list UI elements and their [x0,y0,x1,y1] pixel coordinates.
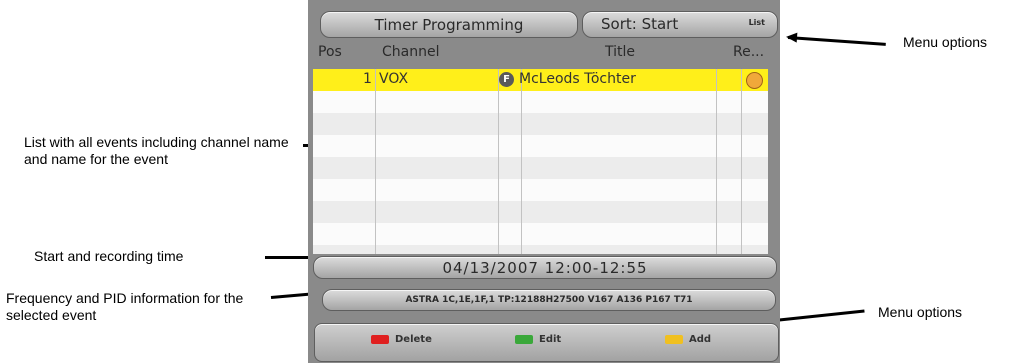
yellow-key-icon [665,335,683,344]
sort-label: Sort: Start [601,15,679,33]
delete-button[interactable]: Delete [371,334,432,345]
col-header-title: Title [605,44,636,60]
list-item[interactable] [313,113,768,135]
timer-list: Pos Channel Title Re... 1 VOX F McLeods … [313,44,768,254]
red-key-icon [371,335,389,344]
edit-button[interactable]: Edit [515,334,561,345]
list-item[interactable] [313,201,768,223]
annotation-menu-options-top: Menu options [903,34,988,50]
add-label: Add [689,334,712,345]
list-item[interactable] [313,135,768,157]
page-title: Timer Programming [374,15,524,34]
arrow-left-icon [787,36,886,46]
record-icon [746,72,763,89]
menu-bar: Delete Edit Add [314,323,779,362]
title-bar: Timer Programming [320,11,578,38]
list-item[interactable] [313,223,768,245]
annotation-menu-options-bottom: Menu options [878,304,963,320]
timer-rows: 1 VOX F McLeods Töchter [313,69,768,254]
col-header-recording: Re... [733,44,765,60]
frequency-bar: ASTRA 1C,1E,1F,1 TP:12188H27500 V167 A13… [322,289,776,311]
annotation-list-events: List with all events including channel n… [24,134,289,167]
edit-label: Edit [539,334,562,345]
row-title: McLeods Töchter [519,71,636,87]
list-item[interactable] [313,91,768,113]
table-row[interactable]: 1 VOX F McLeods Töchter [313,69,768,91]
row-pos: 1 [363,71,372,87]
timer-programming-panel: Timer Programming Sort: Start List Pos C… [308,0,780,363]
delete-label: Delete [395,334,432,345]
frequency-text: ASTRA 1C,1E,1F,1 TP:12188H27500 V167 A13… [405,295,693,305]
annotation-start-recording: Start and recording time [34,248,184,264]
list-item[interactable] [313,157,768,179]
datetime-bar: 04/13/2007 12:00-12:55 [313,256,777,279]
sort-button[interactable]: Sort: Start List [582,11,778,38]
list-item[interactable] [313,179,768,201]
green-key-icon [515,335,533,344]
f-icon: F [499,72,514,87]
add-button[interactable]: Add [665,334,711,345]
annotation-freq-pid: Frequency and PID information for the se… [6,290,244,323]
col-header-pos: Pos [318,44,342,60]
col-header-channel: Channel [382,44,440,60]
list-item[interactable] [313,245,768,254]
row-channel: VOX [379,71,409,87]
datetime-text: 04/13/2007 12:00-12:55 [442,258,648,277]
list-label[interactable]: List [749,18,765,27]
